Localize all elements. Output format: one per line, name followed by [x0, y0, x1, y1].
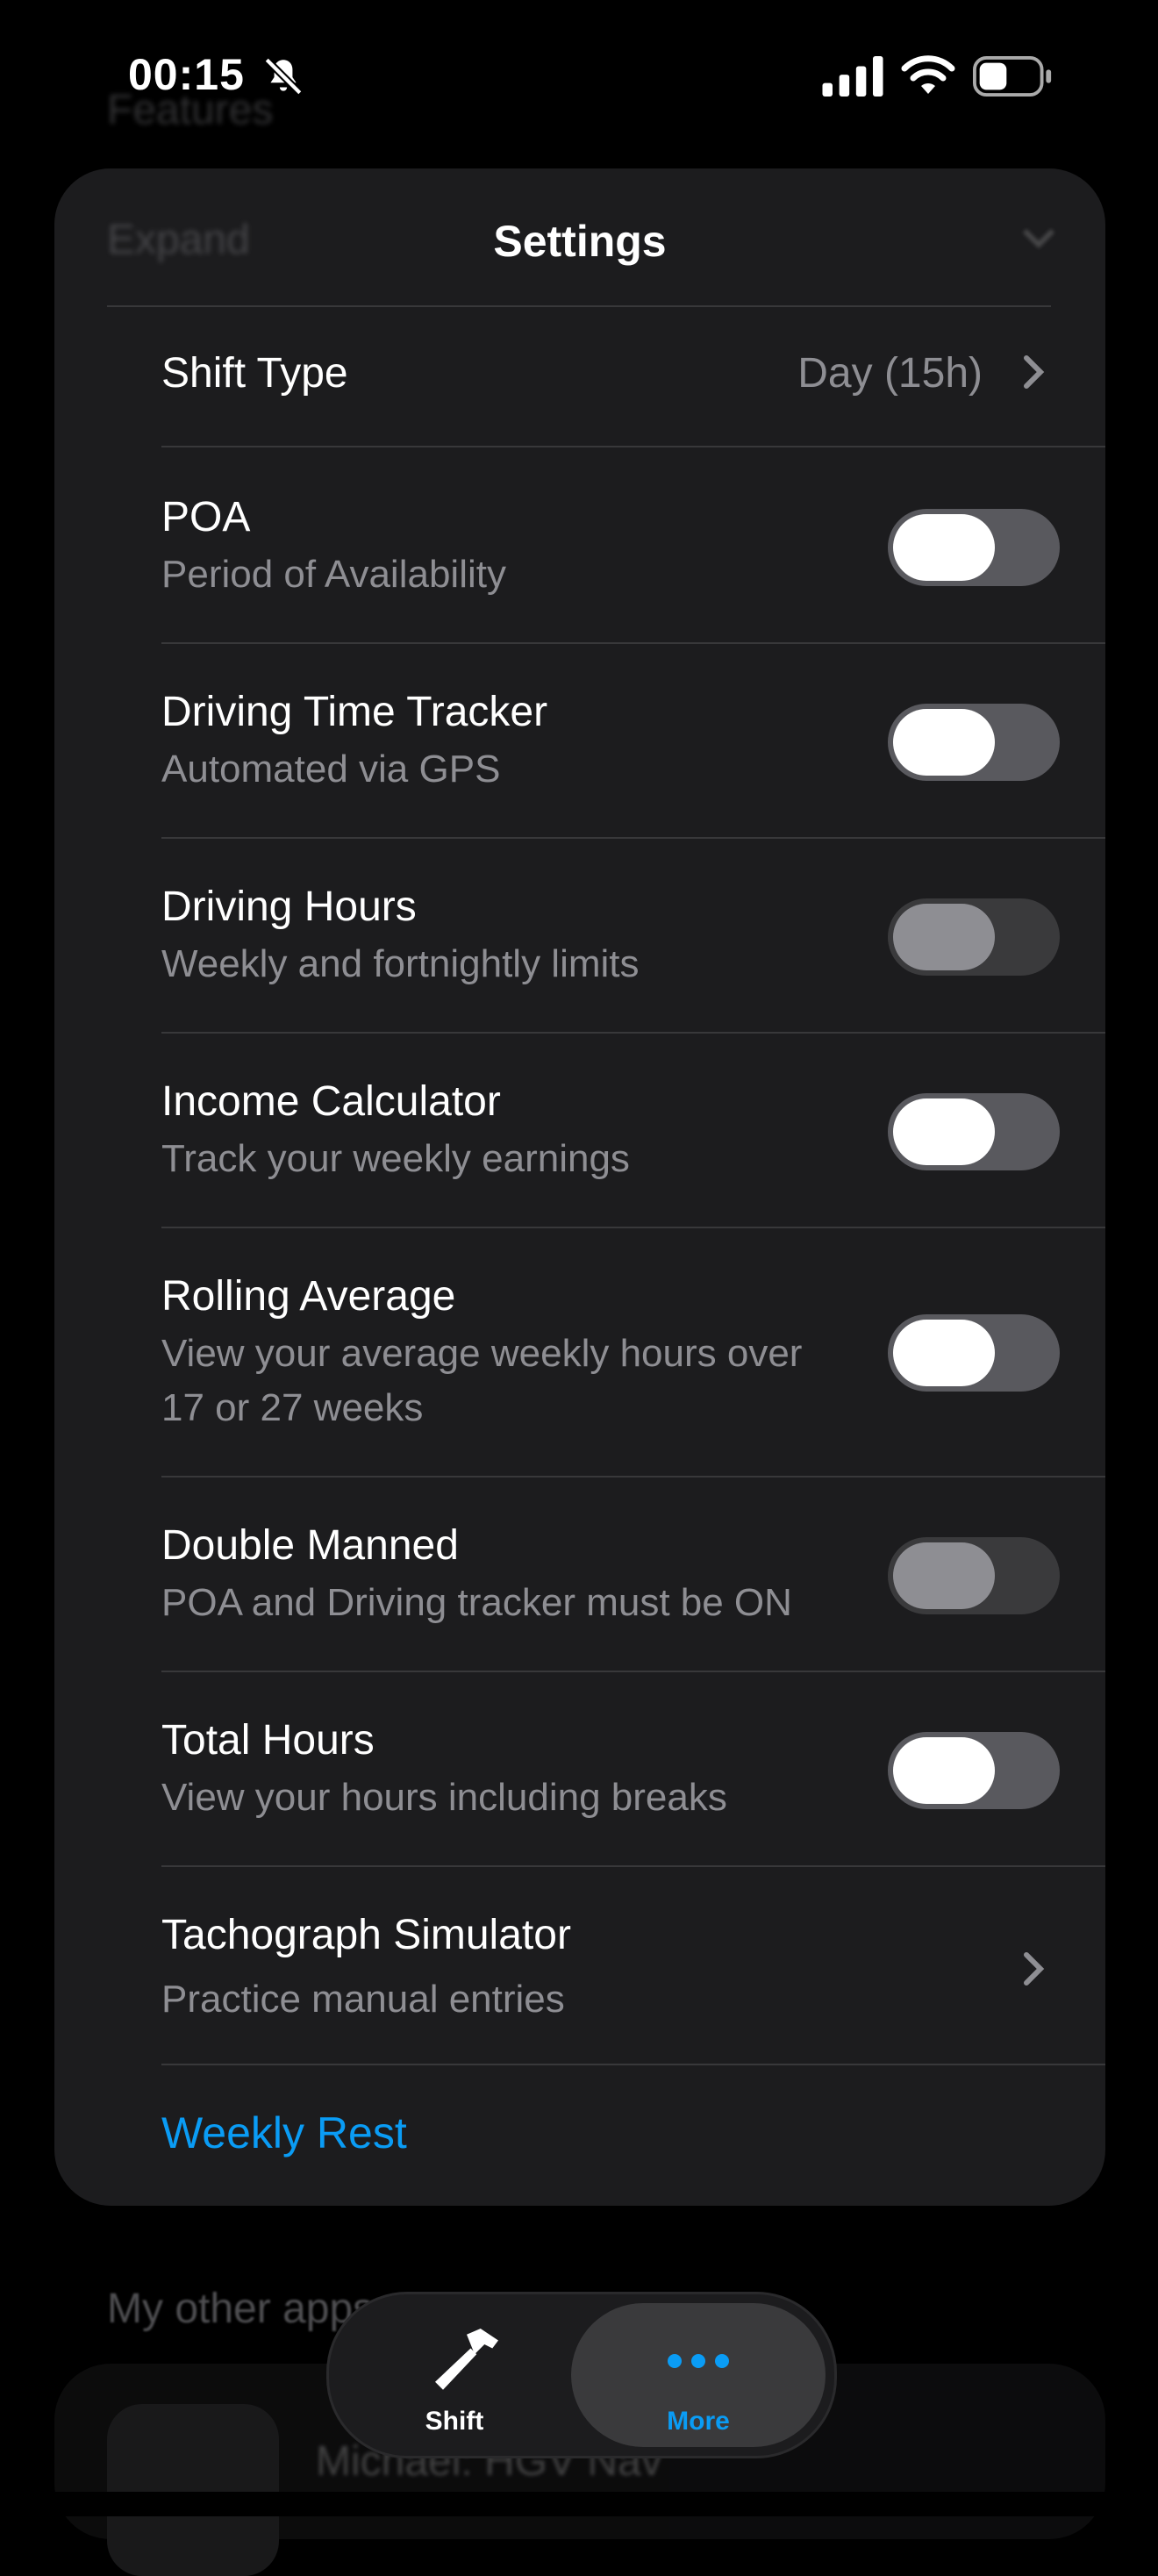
- toggle-knob: [893, 1320, 995, 1386]
- ellipsis-icon: [668, 2354, 729, 2368]
- tab-more-label: More: [667, 2407, 730, 2436]
- tachograph-simulator-row[interactable]: Tachograph Simulator Practice manual ent…: [54, 1867, 1105, 2060]
- driving-hours-toggle[interactable]: [888, 898, 1060, 976]
- chevron-right-icon: [1024, 355, 1045, 389]
- chevron-right-icon: [1024, 1952, 1045, 1986]
- cellular-signal-icon: [822, 56, 883, 97]
- toggle-knob: [893, 1542, 995, 1609]
- rolling-average-subtitle-line2: 17 or 27 weeks: [161, 1386, 424, 1429]
- settings-sheet: Expand Settings Shift Type Day (15h) POA…: [54, 168, 1105, 2206]
- divider: [161, 2064, 1105, 2065]
- rolling-average-subtitle-line1: View your average weekly hours over: [161, 1332, 803, 1375]
- double-manned-subtitle: POA and Driving tracker must be ON: [161, 1581, 792, 1624]
- divider: [161, 1227, 1105, 1228]
- driving-hours-title: Driving Hours: [161, 884, 417, 930]
- shift-type-row[interactable]: Shift Type Day (15h): [54, 307, 1105, 440]
- toggle-knob: [893, 1098, 995, 1165]
- hammer-icon: [435, 2329, 498, 2390]
- poa-subtitle: Period of Availability: [161, 553, 506, 596]
- tab-shift-label: Shift: [425, 2407, 484, 2436]
- rolling-average-toggle[interactable]: [888, 1314, 1060, 1392]
- other-apps-heading: My other apps: [107, 2286, 375, 2332]
- tab-bar: Shift More: [326, 2292, 837, 2458]
- toggle-knob: [893, 709, 995, 776]
- bell-muted-icon: [264, 57, 303, 96]
- income-calculator-subtitle: Track your weekly earnings: [161, 1137, 630, 1180]
- tachograph-simulator-subtitle: Practice manual entries: [161, 1978, 565, 2021]
- total-hours-subtitle: View your hours including breaks: [161, 1776, 727, 1819]
- status-bar: 00:15: [0, 0, 1158, 149]
- shift-type-label: Shift Type: [161, 350, 348, 397]
- driving-time-tracker-toggle[interactable]: [888, 704, 1060, 781]
- settings-title: Settings: [493, 217, 667, 266]
- shift-type-value: Day (15h): [797, 350, 983, 397]
- divider: [161, 642, 1105, 644]
- driving-hours-subtitle: Weekly and fortnightly limits: [161, 942, 640, 985]
- status-time: 00:15: [128, 50, 245, 99]
- rolling-average-title: Rolling Average: [161, 1273, 456, 1320]
- divider: [161, 1476, 1105, 1478]
- tab-more[interactable]: More: [571, 2303, 826, 2447]
- weekly-rest-link[interactable]: Weekly Rest: [161, 2107, 407, 2158]
- tab-shift[interactable]: Shift: [338, 2303, 571, 2447]
- other-app-icon: [107, 2404, 279, 2576]
- total-hours-toggle[interactable]: [888, 1732, 1060, 1809]
- toggle-knob: [893, 1737, 995, 1804]
- divider: [161, 1671, 1105, 1672]
- divider: [161, 837, 1105, 839]
- battery-icon: [973, 56, 1052, 97]
- poa-title: POA: [161, 494, 251, 540]
- total-hours-title: Total Hours: [161, 1717, 375, 1764]
- driving-time-tracker-subtitle: Automated via GPS: [161, 748, 501, 791]
- divider: [161, 446, 1105, 447]
- double-manned-title: Double Manned: [161, 1522, 459, 1569]
- tachograph-simulator-title: Tachograph Simulator: [161, 1912, 571, 1958]
- toggle-knob: [893, 904, 995, 970]
- divider: [161, 1032, 1105, 1034]
- double-manned-toggle[interactable]: [888, 1537, 1060, 1614]
- home-indicator: [0, 2492, 1158, 2516]
- income-calculator-toggle[interactable]: [888, 1093, 1060, 1170]
- driving-time-tracker-title: Driving Time Tracker: [161, 689, 548, 735]
- poa-toggle[interactable]: [888, 509, 1060, 586]
- toggle-knob: [893, 514, 995, 581]
- wifi-icon: [901, 55, 955, 94]
- income-calculator-title: Income Calculator: [161, 1078, 501, 1125]
